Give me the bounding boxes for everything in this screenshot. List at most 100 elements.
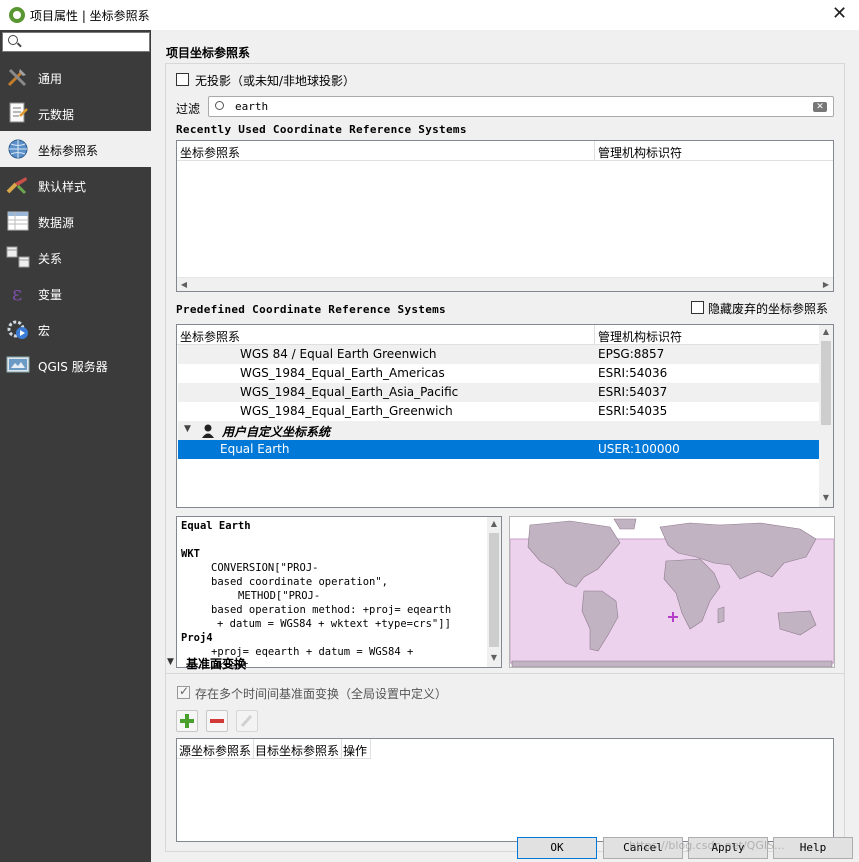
sidebar-item-label: 变量 [38, 288, 63, 302]
clear-filter-icon[interactable]: ✕ [813, 102, 827, 112]
sidebar-item-label: 数据源 [38, 216, 75, 230]
svg-text:ε: ε [12, 282, 22, 304]
predefined-crs-title: Predefined Coordinate Reference Systems [176, 303, 446, 316]
table-header: 坐标参照系 管理机构标识符 [177, 325, 819, 345]
predefined-crs-table[interactable]: 坐标参照系 管理机构标识符 WGS 84 / Equal Earth Green… [176, 324, 834, 508]
scrollbar-thumb[interactable] [821, 341, 831, 425]
datum-group: 存在多个时间间基准面变换（全局设置中定义） 源坐标参照系 目标坐标参照系 操作 [165, 673, 845, 852]
scroll-up-icon[interactable]: ▲ [819, 327, 833, 336]
relations-icon [6, 246, 30, 268]
column-header-operation[interactable]: 操作 [343, 742, 367, 759]
sidebar-item-data-sources[interactable]: 数据源 [0, 203, 151, 239]
recent-crs-title: Recently Used Coordinate Reference Syste… [176, 123, 467, 136]
details-wkt-heading: WKT [181, 548, 200, 560]
sidebar-item-general[interactable]: 通用 [0, 59, 151, 95]
user-icon [202, 424, 214, 438]
sidebar-item-label: 关系 [38, 252, 63, 266]
table-row[interactable]: WGS_1984_Equal_Earth_Asia_Pacific ESRI:5… [178, 383, 819, 402]
table-row-selected[interactable]: Equal Earth USER:100000 [178, 440, 819, 459]
table-header: 坐标参照系 管理机构标识符 [177, 141, 833, 161]
filter-input[interactable]: earth ✕ [208, 96, 834, 117]
title-bar: 项目属性 | 坐标参照系 ✕ [0, 0, 859, 30]
expand-arrow-icon[interactable]: ▼ [184, 424, 191, 434]
crs-section-title: 项目坐标参照系 [166, 46, 251, 60]
epsilon-icon: ε [12, 282, 22, 304]
scroll-down-icon[interactable]: ▼ [487, 653, 501, 662]
sidebar-item-macros[interactable]: 宏 [0, 311, 151, 347]
server-icon [6, 356, 30, 373]
sidebar-item-metadata[interactable]: 元数据 [0, 95, 151, 131]
crs-extent-map [509, 516, 835, 668]
column-header-authid[interactable]: 管理机构标识符 [598, 144, 682, 161]
column-header-target-crs[interactable]: 目标坐标参照系 [255, 742, 339, 759]
sidebar-item-variables[interactable]: ε 变量 [0, 275, 151, 311]
ok-button[interactable]: OK [517, 837, 597, 859]
no-projection-checkbox[interactable] [176, 73, 189, 86]
sidebar-item-label: QGIS 服务器 [38, 360, 108, 374]
main-panel: 项目坐标参照系 无投影（或未知/非地球投影） 过滤 earth ✕ Recent… [151, 30, 859, 862]
scroll-up-icon[interactable]: ▲ [487, 519, 501, 528]
column-header-source-crs[interactable]: 源坐标参照系 [179, 742, 251, 759]
multiple-transforms-label: 存在多个时间间基准面变换（全局设置中定义） [195, 687, 448, 701]
table-row[interactable]: WGS_1984_Equal_Earth_Americas ESRI:54036 [178, 364, 819, 383]
table-icon [7, 211, 29, 231]
no-projection-label: 无投影（或未知/非地球投影） [195, 74, 356, 88]
table-header: 源坐标参照系 目标坐标参照系 操作 [177, 739, 371, 759]
table-row[interactable]: WGS 84 / Equal Earth Greenwich EPSG:8857 [178, 345, 819, 364]
document-icon [9, 102, 28, 123]
column-header-authid[interactable]: 管理机构标识符 [598, 328, 682, 345]
plus-icon [180, 714, 194, 728]
help-button[interactable]: Help [773, 837, 853, 859]
scroll-right-icon[interactable]: ▶ [819, 280, 833, 289]
details-proj4-heading: Proj4 [181, 632, 213, 644]
horizontal-scrollbar[interactable]: ◀ ▶ [177, 277, 833, 291]
hide-deprecated-label: 隐藏废弃的坐标参照系 [708, 302, 829, 316]
crs-details-panel[interactable]: Equal Earth WKT CONVERSION["PROJ- based … [176, 516, 502, 668]
sidebar-item-label: 元数据 [38, 108, 75, 122]
globe-icon [8, 139, 28, 159]
tools-icon [7, 68, 27, 87]
sidebar-item-crs[interactable]: 坐标参照系 [0, 131, 151, 167]
qgis-logo-icon [9, 7, 25, 23]
world-map [510, 517, 834, 667]
tree-group-user-defined[interactable]: ▼ 用户自定义坐标系统 [178, 421, 819, 440]
multiple-transforms-checkbox[interactable] [177, 684, 190, 699]
details-crs-name: Equal Earth [181, 520, 251, 532]
remove-transform-button[interactable] [206, 710, 228, 732]
sidebar: 通用 元数据 坐标参照系 默认样式 数据源 关系 ε 变量 宏 QGIS 服务器 [0, 30, 151, 862]
search-icon [215, 101, 224, 110]
sidebar-item-label: 宏 [38, 324, 51, 338]
filter-value: earth [235, 100, 269, 113]
pencil-icon [240, 714, 253, 728]
sidebar-search-input[interactable] [2, 32, 150, 52]
paintbrush-icon [6, 177, 27, 195]
sidebar-item-qgis-server[interactable]: QGIS 服务器 [0, 347, 151, 383]
scroll-down-icon[interactable]: ▼ [819, 493, 833, 502]
vertical-scrollbar[interactable]: ▲ ▼ [819, 325, 833, 507]
filter-label: 过滤 [176, 102, 201, 116]
table-row[interactable]: WGS_1984_Equal_Earth_Greenwich ESRI:5403… [178, 402, 819, 421]
sidebar-item-default-styles[interactable]: 默认样式 [0, 167, 151, 203]
scroll-left-icon[interactable]: ◀ [177, 280, 191, 289]
sidebar-item-relations[interactable]: 关系 [0, 239, 151, 275]
column-header-crs[interactable]: 坐标参照系 [180, 144, 240, 161]
vertical-scrollbar[interactable]: ▲ ▼ [487, 517, 501, 667]
sidebar-item-label: 坐标参照系 [38, 144, 99, 158]
crs-group: 无投影（或未知/非地球投影） 过滤 earth ✕ Recently Used … [165, 63, 845, 675]
add-transform-button[interactable] [176, 710, 198, 732]
datum-transform-table[interactable]: 源坐标参照系 目标坐标参照系 操作 [176, 738, 834, 842]
hide-deprecated-checkbox[interactable] [691, 301, 704, 314]
window-title: 项目属性 | 坐标参照系 [30, 9, 150, 23]
close-icon[interactable]: ✕ [832, 3, 847, 24]
collapse-arrow-icon[interactable]: ▼ [167, 657, 174, 667]
gear-play-icon [7, 320, 28, 339]
edit-transform-button[interactable] [236, 710, 258, 732]
recent-crs-table[interactable]: 坐标参照系 管理机构标识符 ◀ ▶ [176, 140, 834, 292]
watermark: https://blog.csdn.net/QGIS... [629, 839, 785, 852]
datum-section-title: 基准面变换 [186, 657, 247, 671]
scrollbar-thumb[interactable] [489, 533, 499, 647]
column-header-crs[interactable]: 坐标参照系 [180, 328, 240, 345]
sidebar-item-label: 默认样式 [38, 180, 87, 194]
search-icon [8, 35, 18, 45]
sidebar-item-label: 通用 [38, 72, 63, 86]
